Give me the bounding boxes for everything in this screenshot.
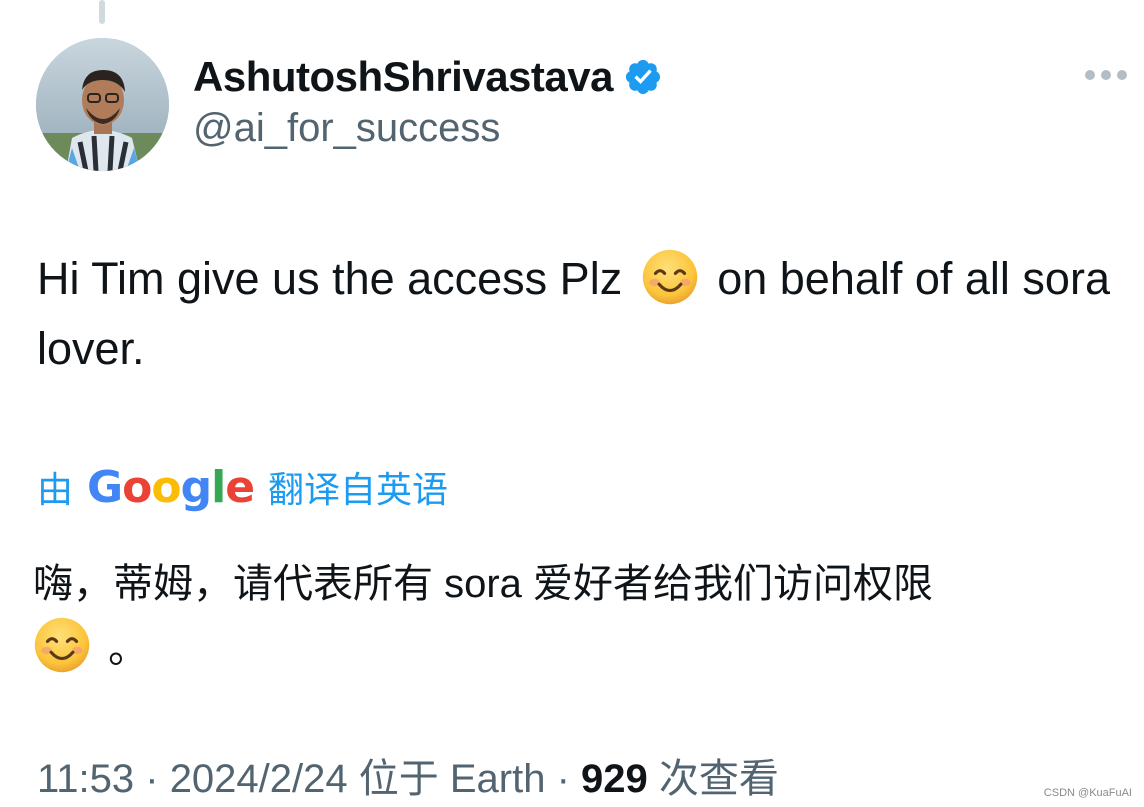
author-handle[interactable]: @ai_for_success: [193, 106, 663, 151]
views-label: 次查看: [647, 757, 779, 801]
tweet-date[interactable]: 2024/2/24: [170, 757, 348, 801]
translated-text-end: 。: [97, 627, 149, 671]
translated-text-main: 嗨，蒂姆，请代表所有 sora 爱好者给我们访问权限: [33, 562, 934, 606]
watermark: CSDN @KuaFuAI: [1043, 787, 1132, 799]
avatar[interactable]: [36, 38, 169, 171]
translated-by-google-link[interactable]: 由 Google 翻译自英语: [37, 458, 448, 516]
avatar-image: [36, 38, 169, 171]
more-horizontal-icon: [1085, 70, 1127, 80]
tweet-text: Hi Tim give us the access Plz on behalf …: [37, 244, 1127, 384]
more-options-button[interactable]: [1082, 60, 1130, 90]
tweet-meta: 11:53 · 2024/2/24 位于 Earth · 929 次查看: [37, 746, 779, 804]
smiling-face-emoji: [641, 248, 699, 306]
translate-prefix: 由: [37, 469, 74, 510]
google-logo: Google: [87, 461, 255, 513]
author-display-name[interactable]: AshutoshShrivastava: [193, 53, 613, 101]
tweet-text-part-1: Hi Tim give us the access Plz: [37, 253, 635, 304]
name-row: AshutoshShrivastava: [193, 50, 663, 104]
translate-suffix: 翻译自英语: [268, 469, 449, 510]
verified-badge-icon: [623, 57, 663, 97]
tweet-time[interactable]: 11:53: [37, 757, 134, 801]
meta-separator: ·: [545, 757, 582, 801]
thread-line: [99, 0, 105, 24]
meta-separator: ·: [134, 757, 170, 801]
translated-tweet-text: 嗨，蒂姆，请代表所有 sora 爱好者给我们访问权限 。: [33, 552, 1123, 681]
tweet-location: 位于 Earth: [347, 757, 546, 801]
smiling-face-emoji: [33, 616, 91, 674]
author-info[interactable]: AshutoshShrivastava @ai_for_success: [193, 50, 663, 151]
views-count[interactable]: 929: [581, 757, 648, 801]
